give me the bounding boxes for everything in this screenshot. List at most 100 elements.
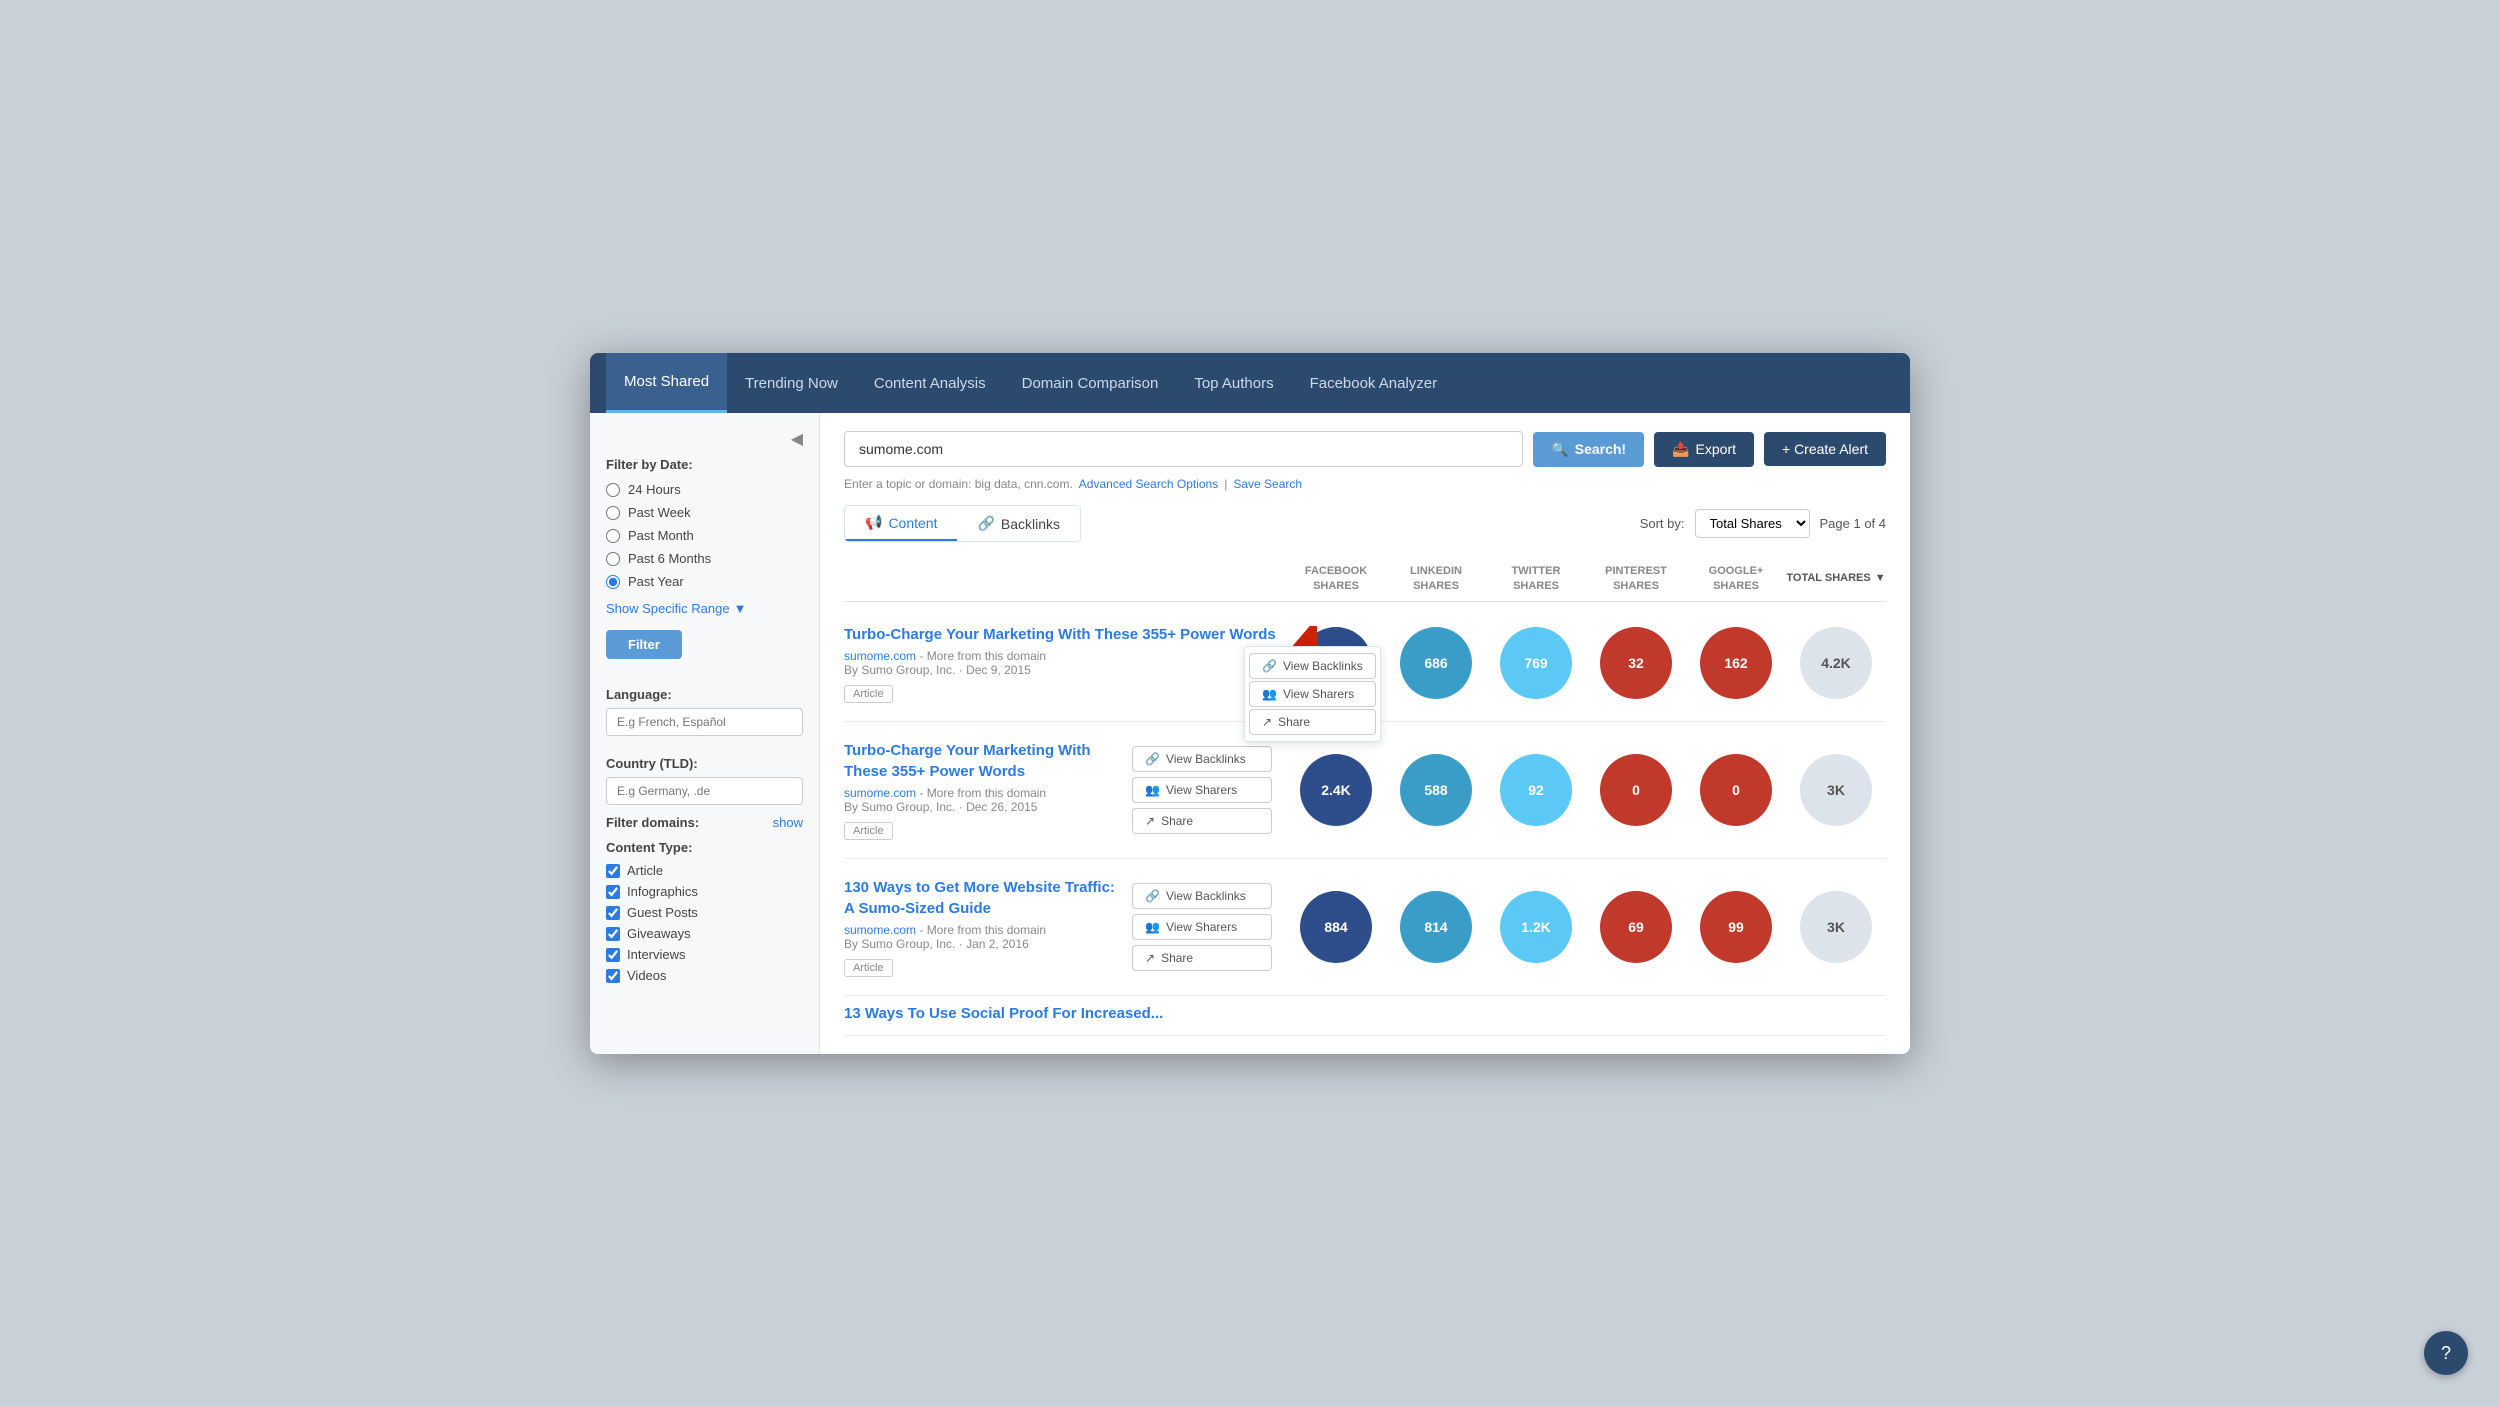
create-alert-button[interactable]: + Create Alert: [1764, 432, 1886, 466]
chevron-down-icon: ▼: [734, 601, 747, 616]
result-meta-2: sumome.com - More from this domain By Su…: [844, 786, 1118, 814]
checkbox-giveaways-input[interactable]: [606, 927, 620, 941]
checkbox-infographics-input[interactable]: [606, 885, 620, 899]
checkbox-article-label: Article: [627, 863, 663, 878]
checkbox-infographics[interactable]: Infographics: [606, 884, 803, 899]
search-button[interactable]: 🔍 Search!: [1533, 432, 1644, 467]
filter-button[interactable]: Filter: [606, 630, 682, 659]
radio-week-label: Past Week: [628, 505, 691, 520]
link-icon: 🔗: [977, 515, 994, 532]
radio-year-input[interactable]: [606, 575, 620, 589]
th-total-shares: TOTAL SHARES ▼: [1786, 564, 1886, 593]
radio-year-label: Past Year: [628, 574, 684, 589]
stats-row-2: 2.4K 588 92 0 0 3K: [1286, 754, 1886, 826]
checkbox-guest-posts[interactable]: Guest Posts: [606, 905, 803, 920]
view-sharers-btn-3[interactable]: 👥 View Sharers: [1132, 914, 1272, 940]
share-btn-2[interactable]: ↗ Share: [1132, 808, 1272, 834]
share-icon: ↗: [1145, 814, 1155, 828]
linkedin-stat-3: 814: [1400, 891, 1472, 963]
app-body: ◀ Filter by Date: 24 Hours Past Week Pas…: [590, 413, 1910, 1054]
radio-year[interactable]: Past Year: [606, 574, 803, 589]
checkbox-interviews[interactable]: Interviews: [606, 947, 803, 962]
nav-content-analysis[interactable]: Content Analysis: [856, 353, 1004, 413]
country-input[interactable]: [606, 777, 803, 805]
help-button[interactable]: ?: [2424, 1331, 2468, 1375]
nav-top-authors[interactable]: Top Authors: [1176, 353, 1291, 413]
result-title-2[interactable]: Turbo-Charge Your Marketing With These 3…: [844, 740, 1118, 782]
advanced-search-link[interactable]: Advanced Search Options: [1079, 477, 1218, 491]
content-type-label: Content Type:: [606, 840, 803, 855]
radio-6months-input[interactable]: [606, 552, 620, 566]
app-window: Most Shared Trending Now Content Analysi…: [590, 353, 1910, 1054]
table-header-columns: FACEBOOKSHARES LINKEDINSHARES TWITTERSHA…: [1286, 564, 1886, 593]
view-backlinks-btn-1[interactable]: 🔗 View Backlinks: [1249, 653, 1376, 679]
sort-select[interactable]: Total Shares: [1695, 509, 1810, 538]
show-specific-range[interactable]: Show Specific Range ▼: [606, 601, 803, 616]
save-search-link[interactable]: Save Search: [1233, 477, 1302, 491]
result-item-1: Turbo-Charge Your Marketing With These 3…: [844, 606, 1886, 722]
pinterest-stat-1: 32: [1600, 627, 1672, 699]
view-sharers-btn-2[interactable]: 👥 View Sharers: [1132, 777, 1272, 803]
result-title-4[interactable]: 13 Ways To Use Social Proof For Increase…: [844, 1003, 1886, 1024]
result-title-1[interactable]: Turbo-Charge Your Marketing With These 3…: [844, 624, 1286, 645]
share-icon: ↗: [1145, 951, 1155, 965]
language-input[interactable]: [606, 708, 803, 736]
export-icon: 📤: [1672, 441, 1689, 458]
checkbox-article[interactable]: Article: [606, 863, 803, 878]
radio-week-input[interactable]: [606, 506, 620, 520]
result-meta-1: sumome.com - More from this domain By Su…: [844, 649, 1286, 677]
radio-week[interactable]: Past Week: [606, 505, 803, 520]
language-label: Language:: [606, 687, 803, 702]
checkbox-interviews-input[interactable]: [606, 948, 620, 962]
nav-most-shared[interactable]: Most Shared: [606, 353, 727, 413]
checkbox-videos[interactable]: Videos: [606, 968, 803, 983]
page-info: Page 1 of 4: [1820, 516, 1887, 531]
radio-6months[interactable]: Past 6 Months: [606, 551, 803, 566]
share-btn-3[interactable]: ↗ Share: [1132, 945, 1272, 971]
nav-trending-now[interactable]: Trending Now: [727, 353, 856, 413]
tab-backlinks[interactable]: 🔗 Backlinks: [957, 506, 1080, 541]
link-icon: 🔗: [1145, 752, 1160, 766]
result-domain-2[interactable]: sumome.com: [844, 786, 916, 800]
linkedin-stat-1: 686: [1400, 627, 1472, 699]
radio-month[interactable]: Past Month: [606, 528, 803, 543]
nav-facebook-analyzer[interactable]: Facebook Analyzer: [1292, 353, 1456, 413]
total-stat-2: 3K: [1800, 754, 1872, 826]
view-backlinks-btn-2[interactable]: 🔗 View Backlinks: [1132, 746, 1272, 772]
search-row: 🔍 Search! 📤 Export + Create Alert: [844, 431, 1886, 467]
view-backlinks-btn-3[interactable]: 🔗 View Backlinks: [1132, 883, 1272, 909]
radio-month-label: Past Month: [628, 528, 694, 543]
search-input[interactable]: [844, 431, 1523, 467]
collapse-sidebar-button[interactable]: ◀: [791, 429, 803, 449]
facebook-stat-3: 884: [1300, 891, 1372, 963]
checkbox-giveaways[interactable]: Giveaways: [606, 926, 803, 941]
search-icon: 🔍: [1551, 441, 1568, 458]
result-tag-1: Article: [844, 685, 893, 703]
googleplus-stat-3: 99: [1700, 891, 1772, 963]
export-button[interactable]: 📤 Export: [1654, 432, 1754, 467]
megaphone-icon: 📢: [865, 514, 882, 531]
action-tooltip-1: 🔗 View Backlinks 👥 View Sharers ↗ Share: [1244, 646, 1381, 742]
googleplus-stat-1: 162: [1700, 627, 1772, 699]
nav-domain-comparison[interactable]: Domain Comparison: [1004, 353, 1177, 413]
sort-down-icon: ▼: [1875, 571, 1886, 585]
show-domains-link[interactable]: show: [773, 815, 803, 830]
radio-24h-label: 24 Hours: [628, 482, 681, 497]
result-title-3[interactable]: 130 Ways to Get More Website Traffic: A …: [844, 877, 1118, 919]
radio-24h-input[interactable]: [606, 483, 620, 497]
pinterest-stat-2: 0: [1600, 754, 1672, 826]
view-sharers-btn-1[interactable]: 👥 View Sharers: [1249, 681, 1376, 707]
result-domain-3[interactable]: sumome.com: [844, 923, 916, 937]
checkbox-guest-posts-input[interactable]: [606, 906, 620, 920]
tabs-sort-row: 📢 Content 🔗 Backlinks Sort by: Total Sha…: [844, 505, 1886, 542]
result-domain-1[interactable]: sumome.com: [844, 649, 916, 663]
filter-domains-label: Filter domains:: [606, 815, 699, 830]
linkedin-stat-2: 588: [1400, 754, 1472, 826]
radio-24h[interactable]: 24 Hours: [606, 482, 803, 497]
result-content-4: 13 Ways To Use Social Proof For Increase…: [844, 1003, 1886, 1028]
checkbox-article-input[interactable]: [606, 864, 620, 878]
checkbox-videos-input[interactable]: [606, 969, 620, 983]
tab-content[interactable]: 📢 Content: [845, 506, 957, 541]
share-btn-1[interactable]: ↗ Share: [1249, 709, 1376, 735]
radio-month-input[interactable]: [606, 529, 620, 543]
